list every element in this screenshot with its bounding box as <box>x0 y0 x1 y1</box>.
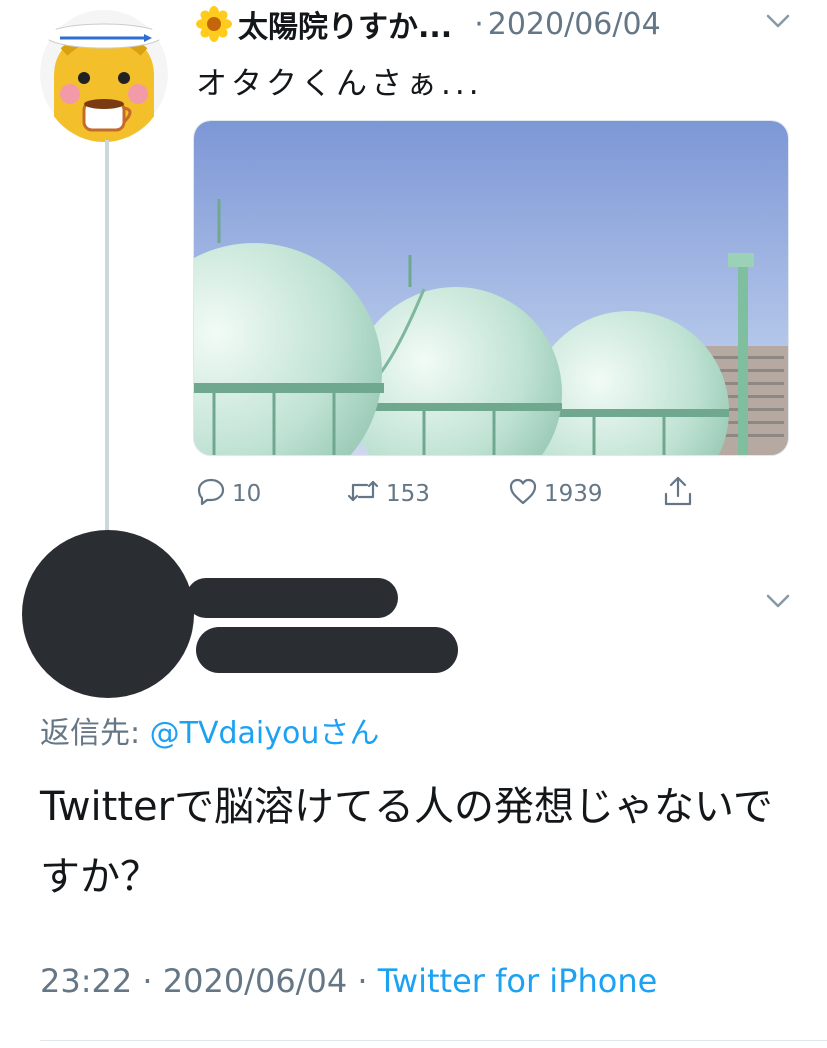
reply-to-label: 返信先: <box>40 716 150 751</box>
reply-avatar-redacted[interactable] <box>22 530 194 698</box>
retweet-count: 153 <box>386 481 430 507</box>
reply-tweet-text: Twitterで脳溶けてる人の発想じゃないですか？ <box>40 784 773 900</box>
reply-button[interactable]: 10 <box>196 476 261 512</box>
parent-avatar[interactable] <box>40 6 168 142</box>
client-link[interactable]: Twitter for iPhone <box>378 962 658 1000</box>
reply-to-handle-link[interactable]: @TVdaiyou <box>150 716 320 751</box>
header-separator: · <box>474 6 484 42</box>
like-button[interactable]: 1939 <box>508 476 603 512</box>
redacted-username <box>196 627 458 673</box>
share-icon <box>662 474 700 514</box>
tweet-media-image[interactable] <box>193 120 789 456</box>
reply-icon <box>196 476 232 512</box>
like-count: 1939 <box>544 481 603 507</box>
thread-line <box>105 140 109 532</box>
tweet-meta: 23:22 · 2020/06/04 · Twitter for iPhone <box>40 962 657 1000</box>
tweet-date: 2020/06/04 <box>162 962 348 1000</box>
meta-separator: · <box>347 962 378 1000</box>
parent-date[interactable]: 2020/06/04 <box>488 7 661 42</box>
replying-to: 返信先: @TVdaiyouさん <box>40 708 379 752</box>
parent-display-name[interactable]: 太陽院りすか... <box>238 2 452 46</box>
like-icon <box>508 477 544 511</box>
divider <box>40 1040 827 1041</box>
chevron-down-icon[interactable] <box>764 590 792 612</box>
meta-separator: · <box>132 962 163 1000</box>
flower-icon <box>196 6 232 42</box>
parent-tweet-text: オタクくんさぁ... <box>196 66 483 102</box>
reply-count: 10 <box>232 481 262 507</box>
retweet-button[interactable]: 153 <box>346 476 430 512</box>
retweet-icon <box>346 476 386 512</box>
chevron-down-icon[interactable] <box>764 10 792 32</box>
reply-to-suffix: さん <box>319 716 380 751</box>
tweet-time: 23:22 <box>40 962 133 1000</box>
redacted-display-name <box>186 578 398 618</box>
share-button[interactable] <box>662 476 700 512</box>
parent-header: 太陽院りすか... · 2020/06/04 <box>196 2 661 46</box>
